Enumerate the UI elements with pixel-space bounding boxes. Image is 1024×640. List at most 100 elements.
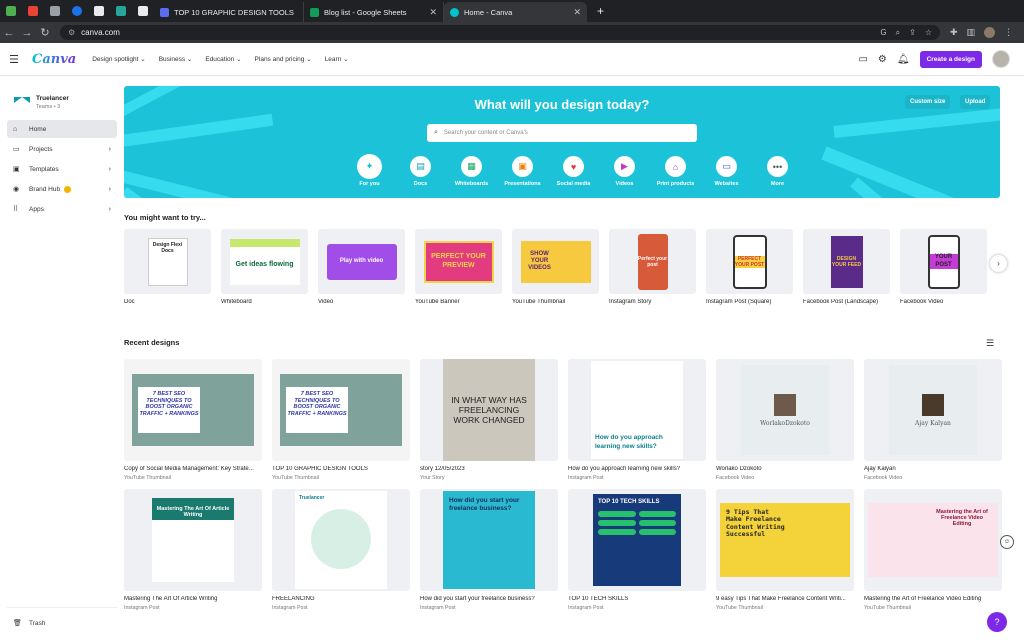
nav-business[interactable]: Business ⌄ (159, 55, 193, 63)
recent-design-card[interactable]: TOP 10 TECH SKILLS TOP 10 TECH SKILLS In… (568, 489, 706, 611)
nav-learn[interactable]: Learn ⌄ (325, 55, 349, 63)
try-card-youtube-thumbnail[interactable]: SHOW YOUR VIDEOS YouTube Thumbnail (512, 229, 599, 305)
category-more[interactable]: ••• More (752, 156, 803, 187)
category-websites[interactable]: ▭ Websites (701, 156, 752, 187)
close-icon[interactable]: ✕ (567, 7, 581, 18)
category-whiteboards[interactable]: ▦ Whiteboards (446, 156, 497, 187)
recent-design-card[interactable]: Mastering The Art Of Article Writing Mas… (124, 489, 262, 611)
sidebar-item-projects[interactable]: ▭ Projects › (7, 140, 117, 158)
recent-design-card[interactable]: 7 BEST SEO TECHNIQUES TO BOOST ORGANIC T… (272, 359, 410, 481)
thumb-text: 9 Tips That Make Freelance Content Writi… (726, 508, 785, 539)
thumb-text: WorlakoDzokoto (760, 419, 810, 427)
category-label: Presentations (504, 181, 541, 187)
team-switcher[interactable]: Truelancer Teams • 3 (0, 76, 124, 114)
pinned-tab[interactable] (88, 0, 110, 22)
bookmark-star-icon[interactable]: ☆ (925, 28, 932, 38)
hero-banner: What will you design today? Custom size … (124, 86, 1000, 198)
nav-label: Plans and pricing (254, 56, 305, 63)
recent-design-card[interactable]: How did you start your freelance busines… (420, 489, 558, 611)
url-field[interactable]: ⚙ canva.com G ⌕ ⇪ ☆ (60, 25, 940, 40)
list-view-icon[interactable]: ☰ (986, 338, 994, 349)
browser-tab-active[interactable]: Home - Canva ✕ (444, 2, 587, 22)
user-avatar[interactable] (992, 50, 1010, 68)
recent-design-card[interactable]: IN WHAT WAY HAS FREELANCING WORK CHANGED… (420, 359, 558, 481)
browser-tab[interactable]: Blog list - Google Sheets ✕ (304, 2, 444, 22)
try-card-doc[interactable]: Design Flexi Docs Doc (124, 229, 211, 305)
thumb-text: IN WHAT WAY HAS FREELANCING WORK CHANGED (451, 394, 527, 426)
recent-design-card[interactable]: 7 BEST SEO TECHNIQUES TO BOOST ORGANIC T… (124, 359, 262, 481)
seo-preview: 7 BEST SEO TECHNIQUES TO BOOST ORGANIC T… (132, 374, 254, 446)
help-button[interactable]: ? (987, 612, 1007, 632)
try-card-instagram-post[interactable]: PERFECT YOUR POST Instagram Post (Square… (706, 229, 793, 305)
business-preview: How did you start your freelance busines… (443, 491, 535, 589)
recent-design-card[interactable]: 9 Tips That Make Freelance Content Writi… (716, 489, 854, 611)
doc-preview: Design Flexi Docs (147, 237, 188, 286)
chevron-right-icon: › (108, 145, 111, 153)
design-thumbnail: 7 BEST SEO TECHNIQUES TO BOOST ORGANIC T… (272, 359, 410, 461)
pinned-tab[interactable] (132, 0, 154, 22)
sidepanel-icon[interactable]: ▥ (967, 27, 976, 38)
recent-design-card[interactable]: How do you approach learning new skills?… (568, 359, 706, 481)
share-icon[interactable]: ⇪ (909, 28, 916, 38)
desktop-app-icon[interactable]: ▭ (858, 54, 867, 65)
category-videos[interactable]: ▶ Videos (599, 156, 650, 187)
site-info-icon[interactable]: ⚙ (68, 28, 75, 37)
pinned-tab[interactable] (66, 0, 88, 22)
sidebar-item-apps[interactable]: ⠿ Apps › (7, 200, 117, 218)
nav-design-spotlight[interactable]: Design spotlight ⌄ (92, 55, 146, 63)
try-thumbnail: Play with video (318, 229, 405, 294)
nav-plans-pricing[interactable]: Plans and pricing ⌄ (255, 55, 312, 63)
thumb-text: 7 BEST SEO TECHNIQUES TO BOOST ORGANIC T… (138, 387, 200, 433)
try-card-whiteboard[interactable]: Get ideas flowing Whiteboard (221, 229, 308, 305)
settings-gear-icon[interactable]: ⚙ (878, 54, 887, 65)
category-presentations[interactable]: ▣ Presentations (497, 156, 548, 187)
try-card-youtube-banner[interactable]: PERFECT YOUR PREVIEW YouTube Banner (415, 229, 502, 305)
create-design-button[interactable]: Create a design (919, 50, 982, 68)
team-name: Truelancer (36, 94, 69, 102)
browser-tab[interactable]: TOP 10 GRAPHIC DESIGN TOOLS (154, 2, 304, 22)
sidebar-trash[interactable]: 🗑︎ Trash (7, 607, 117, 632)
zoom-icon[interactable]: ⌕ (896, 28, 900, 38)
side-panel-toggle-icon[interactable]: ☺ (1000, 535, 1014, 549)
sidebar-item-templates[interactable]: ▣ Templates › (7, 160, 117, 178)
recent-design-card[interactable]: Mastering the Art of Freelance Video Edi… (864, 489, 1002, 611)
recent-design-card[interactable]: Truelancer FREELANCING Instagram Post (272, 489, 410, 611)
recent-design-card[interactable]: Ajay Kalyan Ajay Kalyan Facebook Video (864, 359, 1002, 481)
pinned-tab[interactable] (0, 0, 22, 22)
reload-icon[interactable]: ↻ (36, 26, 54, 39)
profile-avatar[interactable] (984, 27, 996, 38)
google-icon[interactable]: G (880, 28, 886, 38)
category-docs[interactable]: ▤ Docs (395, 156, 446, 187)
hamburger-menu-icon[interactable]: ☰ (0, 53, 28, 66)
custom-size-button[interactable]: Custom size (905, 95, 951, 109)
recent-design-card[interactable]: WorlakoDzokoto Worlako Dzokoto Facebook … (716, 359, 854, 481)
try-card-instagram-story[interactable]: Perfect your post Instagram Story (609, 229, 696, 305)
carousel-next-button[interactable]: › (990, 255, 1007, 272)
sidebar-item-brand-hub[interactable]: ◉ Brand Hub › (7, 180, 117, 198)
pinned-tab[interactable] (44, 0, 66, 22)
try-label: Doc (124, 299, 135, 305)
try-label: YouTube Thumbnail (512, 299, 566, 305)
try-card-facebook-video[interactable]: YOUR POST Facebook Video (900, 229, 987, 305)
back-icon[interactable]: ← (0, 27, 18, 39)
extensions-icon[interactable]: ✚ (950, 27, 958, 38)
canva-logo[interactable]: Canva (32, 52, 76, 67)
try-card-video[interactable]: Play with video Video (318, 229, 405, 305)
category-print-products[interactable]: ⌂ Print products (650, 156, 701, 187)
pinned-tab-gmail[interactable] (22, 0, 44, 22)
forward-icon[interactable]: → (18, 27, 36, 39)
tab-favicon-icon (160, 7, 169, 17)
close-icon[interactable]: ✕ (423, 7, 437, 18)
nav-education[interactable]: Education ⌄ (205, 55, 241, 63)
notifications-bell-icon[interactable]: 🔔︎ (897, 54, 910, 65)
category-social-media[interactable]: ♥ Social media (548, 156, 599, 187)
category-for-you[interactable]: ✦ For you (344, 156, 395, 187)
pinned-tab[interactable] (110, 0, 132, 22)
sidebar-item-home[interactable]: ⌂ Home (7, 120, 117, 138)
menu-dots-icon[interactable]: ⋮ (1004, 27, 1013, 38)
upload-button[interactable]: Upload (960, 95, 991, 109)
new-tab-button[interactable]: + (597, 4, 604, 18)
sidebar-item-trash[interactable]: 🗑︎ Trash (7, 614, 117, 632)
search-input[interactable]: ⌕ Search your content or Canva's (427, 124, 697, 142)
try-card-facebook-post[interactable]: DESIGN YOUR FEED Facebook Post (Landscap… (803, 229, 890, 305)
